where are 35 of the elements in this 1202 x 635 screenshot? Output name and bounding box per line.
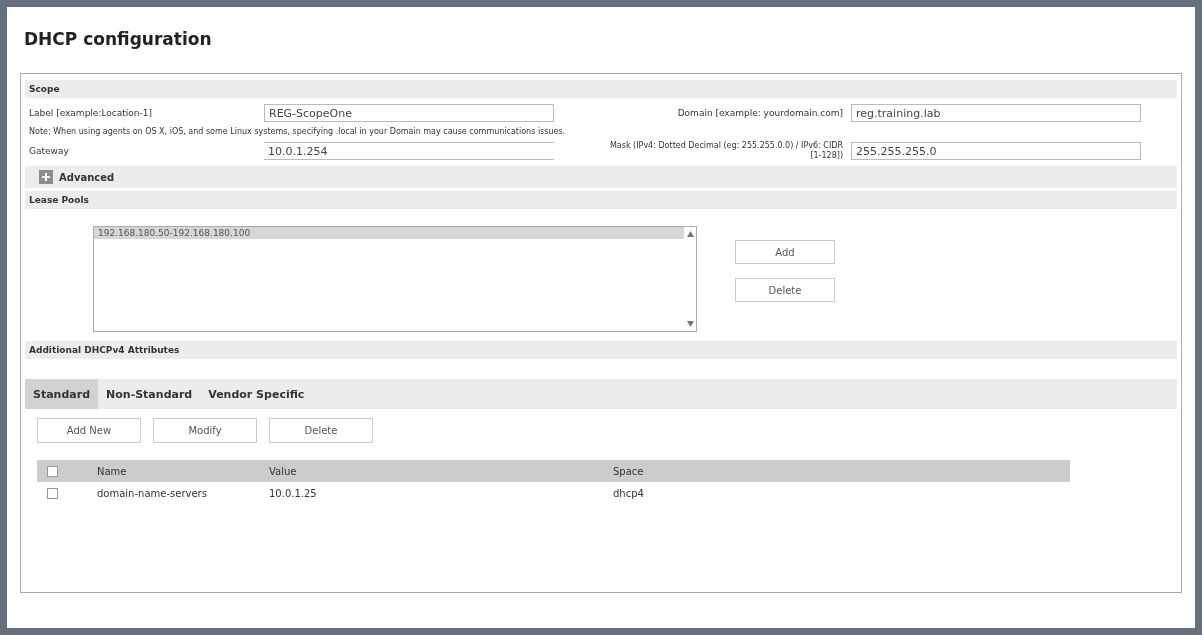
checkbox[interactable] [47,487,58,499]
toolbar-button[interactable]: Delete [269,418,373,443]
mask-input[interactable]: 255.255.255.0 [851,142,1141,160]
pool-item[interactable]: 192.168.180.50-192.168.180.100 [94,227,684,239]
field-label: Mask (IPv4: Dotted Decimal (eg: 255.255.0.0) / IPv6: CIDR [1-128]) [608,141,844,161]
field-label: Domain [example: yourdomain.com] [676,108,844,118]
column-header: Name [97,465,128,477]
note-text: Note: When using agents on OS X, iOS, and some Linux systems, specifying .local in your Domain may cause communications issues. [28,126,567,138]
tab[interactable]: Non-Standard [98,379,201,409]
down-arrow-icon[interactable] [686,321,694,327]
field-label: Label [example:Location-1] [28,108,153,118]
up-arrow-icon[interactable] [686,231,694,237]
tab[interactable]: Vendor Specific [200,379,313,409]
field-label: Gateway [28,146,70,156]
toolbar-button[interactable]: Add New [37,418,141,443]
toolbar-button[interactable]: Modify [153,418,257,443]
column-header: Space [613,465,645,477]
domain-input[interactable]: reg.training.lab [851,104,1141,122]
section-header: Scope [25,80,1177,98]
section-header: Lease Pools [25,191,1177,209]
pool-button[interactable]: Delete [735,278,835,302]
tab[interactable]: Standard [25,379,99,409]
label-input[interactable]: REG-ScopeOne [264,104,554,122]
checkbox[interactable] [47,465,58,477]
pool-list[interactable]: 192.168.180.50-192.168.180.100 [93,226,697,332]
table-cell-text: 10.0.1.25 [269,487,318,499]
table-cell-text: domain-name-servers [97,487,208,499]
table-cell-text: dhcp4 [613,487,645,499]
gateway-input[interactable]: 10.0.1.254 [264,142,554,160]
page-title: DHCP configuration [24,29,213,51]
pool-button[interactable]: Add [735,240,835,264]
advanced-label[interactable]: Advanced [59,171,115,183]
expand-icon[interactable] [39,170,53,184]
section-header: Additional DHCPv4 Attributes [25,341,1177,359]
column-header: Value [269,465,298,477]
